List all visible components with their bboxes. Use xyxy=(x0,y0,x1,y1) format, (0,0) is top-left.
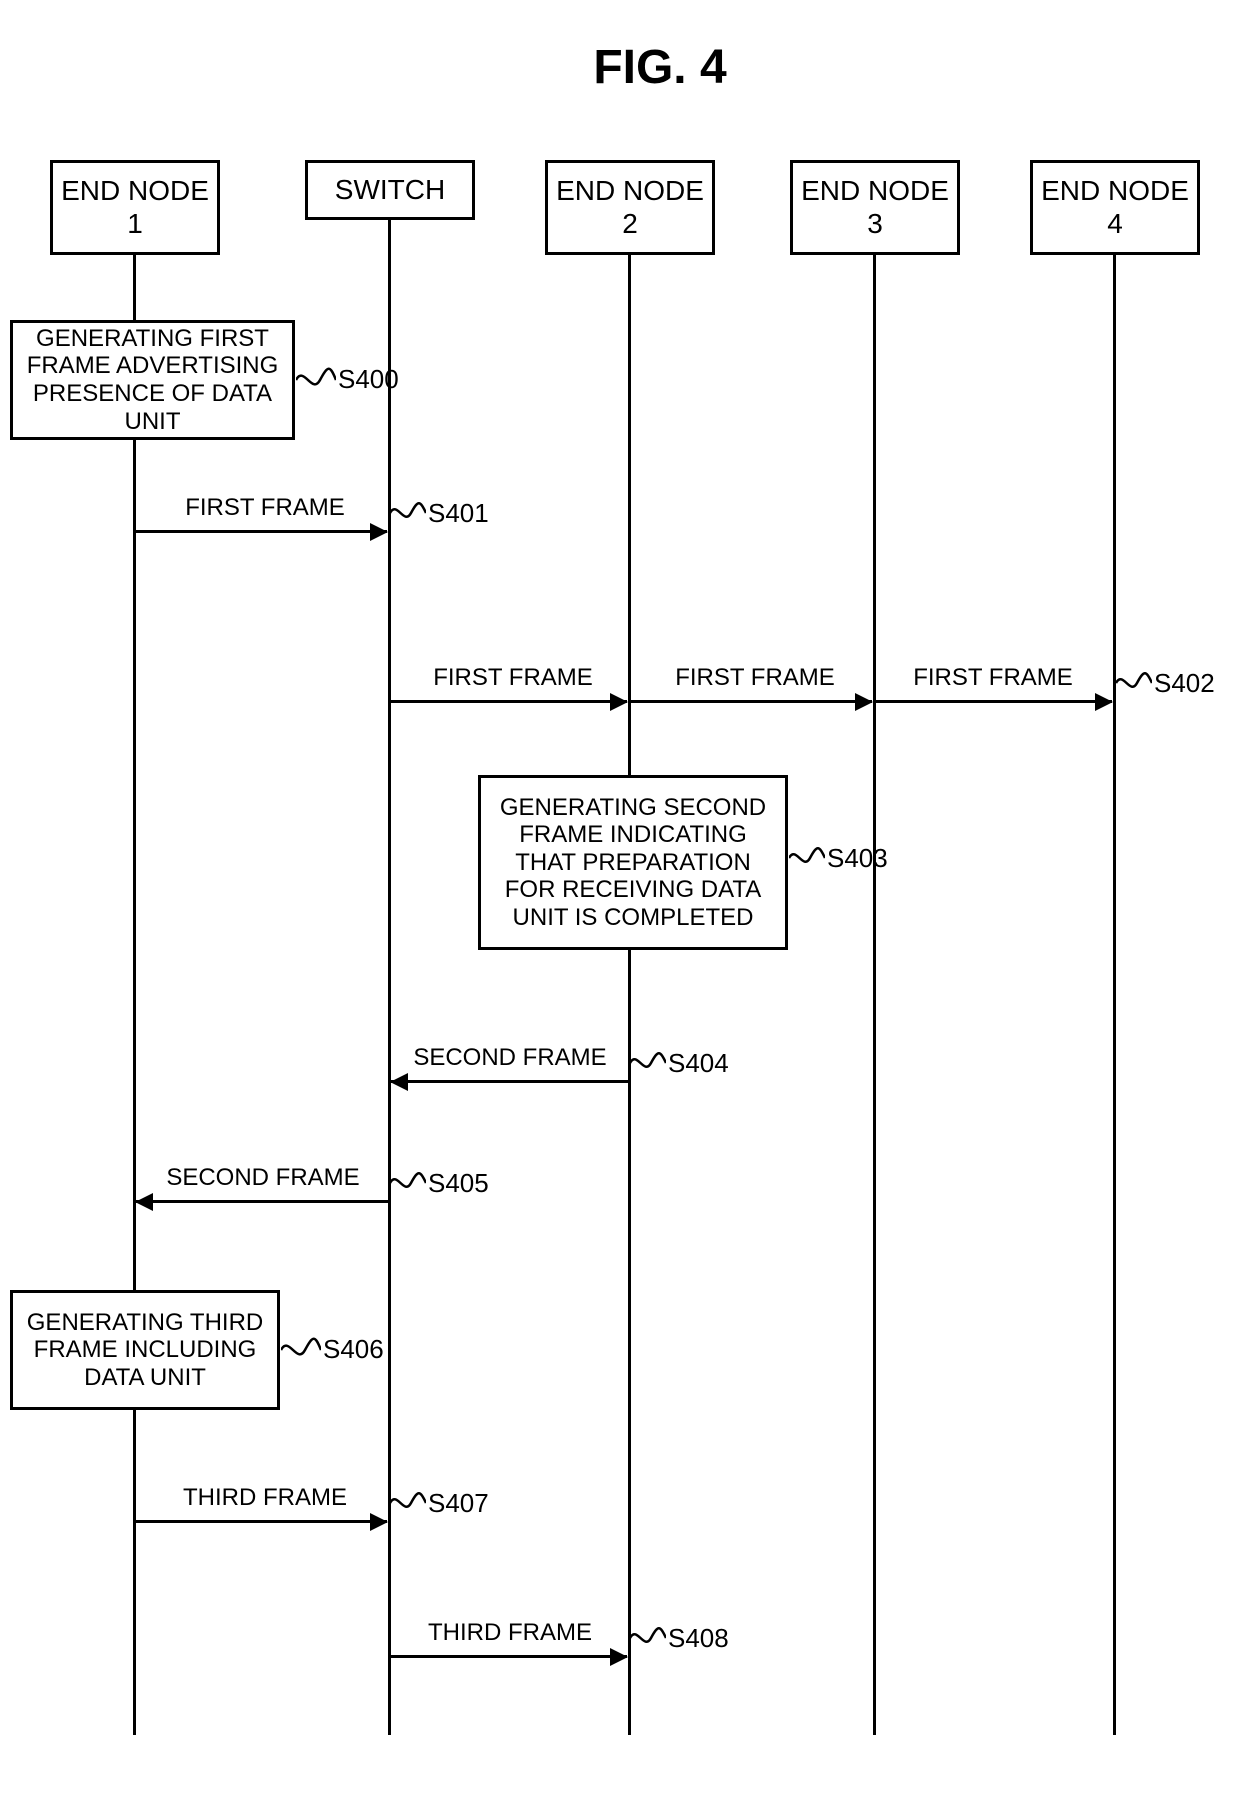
node-end3: END NODE3 xyxy=(790,160,960,255)
step-s404-label: S404 xyxy=(668,1048,729,1079)
diagram-page: FIG. 4 END NODE1 SWITCH END NODE2 END NO… xyxy=(0,0,1240,1801)
connector-s401 xyxy=(390,500,426,526)
arrow-sw-e1-second xyxy=(136,1200,388,1203)
connector-s404 xyxy=(630,1050,666,1076)
msg-sw-e3-first: FIRST FRAME xyxy=(660,664,850,692)
step-s402-label: S402 xyxy=(1154,668,1215,699)
msg-e1-sw-third: THIRD FRAME xyxy=(160,1484,370,1512)
proc-s406-text: GENERATING THIRD FRAME INCLUDING DATA UN… xyxy=(21,1309,269,1392)
arrow-e1-sw-first xyxy=(135,530,387,533)
lifeline-end4 xyxy=(1113,255,1116,1735)
lifeline-end3 xyxy=(873,255,876,1735)
lifeline-end1 xyxy=(133,255,136,1735)
step-s403-label: S403 xyxy=(827,843,888,874)
arrow-sw-e2-third xyxy=(390,1655,627,1658)
proc-s406: GENERATING THIRD FRAME INCLUDING DATA UN… xyxy=(10,1290,280,1410)
connector-s407 xyxy=(390,1490,426,1516)
proc-s400: GENERATING FIRST FRAME ADVERTISING PRESE… xyxy=(10,320,295,440)
node-switch: SWITCH xyxy=(305,160,475,220)
proc-s403-text: GENERATING SECOND FRAME INDICATING THAT … xyxy=(489,794,777,932)
arrow-sw-e3-first xyxy=(630,700,872,703)
msg-sw-e2-third: THIRD FRAME xyxy=(405,1619,615,1647)
arrow-sw-e2-first xyxy=(390,700,627,703)
node-end1-label: END NODE1 xyxy=(61,175,209,239)
node-end4-label: END NODE4 xyxy=(1041,175,1189,239)
proc-s403: GENERATING SECOND FRAME INDICATING THAT … xyxy=(478,775,788,950)
msg-e1-sw-first: FIRST FRAME xyxy=(165,494,365,522)
step-s405-label: S405 xyxy=(428,1168,489,1199)
node-end4: END NODE4 xyxy=(1030,160,1200,255)
connector-s403 xyxy=(789,845,825,871)
connector-s405 xyxy=(390,1170,426,1196)
connector-s408 xyxy=(630,1625,666,1651)
proc-s400-text: GENERATING FIRST FRAME ADVERTISING PRESE… xyxy=(21,325,284,435)
step-s406-label: S406 xyxy=(323,1334,384,1365)
connector-s400 xyxy=(296,365,336,395)
step-s407-label: S407 xyxy=(428,1488,489,1519)
msg-sw-e2-first: FIRST FRAME xyxy=(418,664,608,692)
step-s400-label: S400 xyxy=(338,364,399,395)
node-end1: END NODE1 xyxy=(50,160,220,255)
node-switch-label: SWITCH xyxy=(335,174,445,206)
lifeline-end2 xyxy=(628,255,631,1735)
figure-title: FIG. 4 xyxy=(540,40,780,95)
msg-e2-sw-second: SECOND FRAME xyxy=(395,1044,625,1072)
msg-sw-e4-first: FIRST FRAME xyxy=(898,664,1088,692)
node-end3-label: END NODE3 xyxy=(801,175,949,239)
step-s408-label: S408 xyxy=(668,1623,729,1654)
node-end2-label: END NODE2 xyxy=(556,175,704,239)
node-end2: END NODE2 xyxy=(545,160,715,255)
arrow-e2-sw-second xyxy=(391,1080,628,1083)
connector-s406 xyxy=(281,1335,321,1365)
msg-sw-e1-second: SECOND FRAME xyxy=(148,1164,378,1192)
connector-s402 xyxy=(1116,670,1152,696)
arrow-sw-e4-first xyxy=(876,700,1112,703)
arrow-e1-sw-third xyxy=(135,1520,387,1523)
step-s401-label: S401 xyxy=(428,498,489,529)
